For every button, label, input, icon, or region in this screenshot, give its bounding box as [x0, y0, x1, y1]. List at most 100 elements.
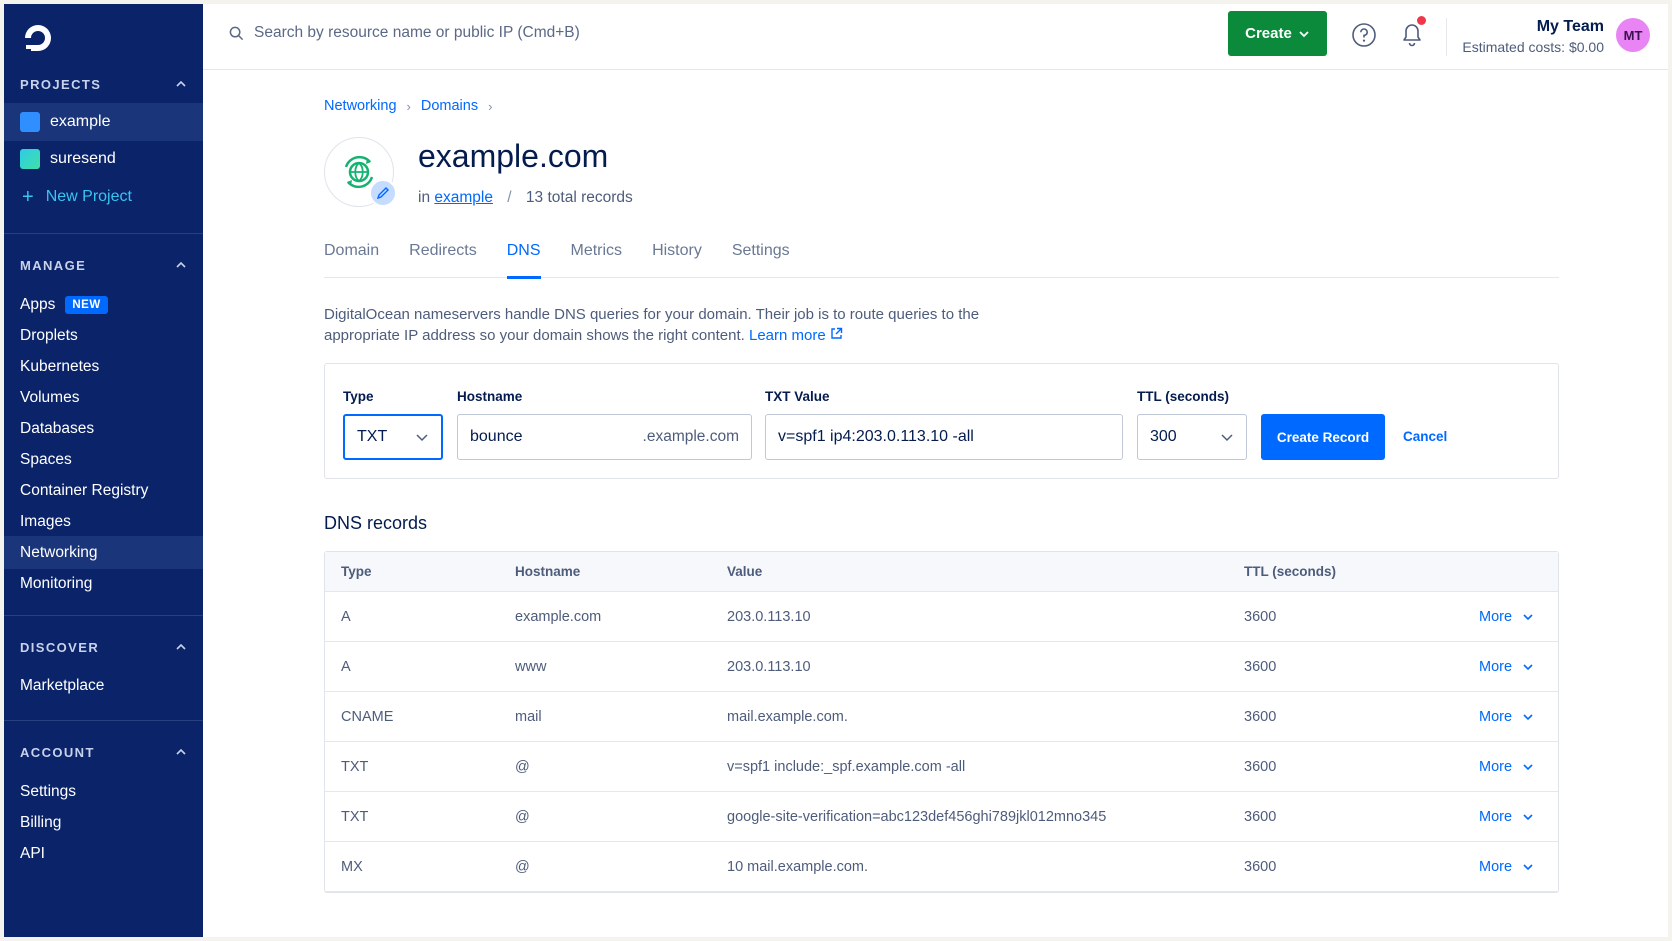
account-heading[interactable]: ACCOUNT [20, 742, 187, 762]
type-label: Type [343, 389, 374, 404]
hostname-field[interactable]: bounce .example.com [457, 414, 752, 460]
create-record-button[interactable]: Create Record [1261, 414, 1385, 460]
breadcrumb-networking[interactable]: Networking [324, 98, 397, 114]
nav-item-volumes[interactable]: Volumes [4, 381, 203, 414]
record-value: 203.0.113.10 [727, 658, 811, 675]
nav-item-container-registry[interactable]: Container Registry [4, 474, 203, 507]
table-row: TXT @ v=spf1 include:_spf.example.com -all… [325, 742, 1558, 792]
table-row: Awww 203.0.113.10 3600 More [325, 642, 1558, 692]
record-value: mail.example.com. [727, 708, 848, 725]
nav-item-apps[interactable]: Apps NEW [4, 288, 203, 321]
chevron-up-icon [176, 643, 186, 650]
record-ttl: 3600 [1244, 658, 1277, 675]
record-ttl: 3600 [1244, 608, 1277, 625]
breadcrumb-domains[interactable]: Domains [421, 98, 478, 114]
column-header-value[interactable]: Value [727, 552, 762, 591]
column-header-ttl[interactable]: TTL (seconds) [1244, 552, 1336, 591]
nav-item-marketplace[interactable]: Marketplace [4, 669, 203, 702]
create-record-form: Type Hostname TXT Value TTL (seconds) TX… [324, 363, 1559, 479]
breadcrumb: Networking › Domains › [324, 98, 502, 114]
pencil-icon [376, 187, 389, 200]
record-hostname: @ [515, 758, 530, 775]
record-ttl: 3600 [1244, 808, 1277, 825]
table-row: MX @10 mail.example.com. 3600 More [325, 842, 1558, 892]
avatar[interactable]: MT [1616, 18, 1650, 52]
tab-redirects[interactable]: Redirects [409, 238, 477, 278]
tab-history[interactable]: History [652, 238, 702, 278]
create-button[interactable]: Create [1228, 11, 1327, 56]
dns-records-table: Type Hostname Value TTL (seconds) Aexamp… [324, 551, 1559, 893]
search-input[interactable]: Search by resource name or public IP (Cm… [229, 24, 580, 42]
record-ttl: 3600 [1244, 858, 1277, 875]
more-button[interactable]: More [1479, 642, 1534, 691]
nav-item-billing[interactable]: Billing [4, 806, 203, 839]
nav-item-spaces[interactable]: Spaces [4, 443, 203, 476]
chevron-down-icon [1221, 434, 1233, 442]
hostname-suffix: .example.com [642, 428, 739, 445]
nav-item-kubernetes[interactable]: Kubernetes [4, 350, 203, 383]
project-label: example [50, 113, 111, 130]
type-select[interactable]: TXT [343, 414, 443, 460]
record-hostname: @ [515, 858, 530, 875]
tab-settings[interactable]: Settings [732, 238, 790, 278]
external-link-icon [831, 327, 843, 339]
txt-value-field[interactable]: v=spf1 ip4:203.0.113.10 -all [765, 414, 1123, 460]
divider [4, 615, 203, 616]
nav-item-settings[interactable]: Settings [4, 775, 203, 808]
cancel-button[interactable]: Cancel [1403, 429, 1447, 444]
nav-item-monitoring[interactable]: Monitoring [4, 567, 203, 600]
help-icon[interactable] [1351, 22, 1377, 48]
dns-records-title: DNS records [324, 513, 428, 533]
nav-item-droplets[interactable]: Droplets [4, 319, 203, 352]
hostname-label: Hostname [457, 389, 523, 404]
record-hostname: mail [515, 708, 542, 725]
nav-item-databases[interactable]: Databases [4, 412, 203, 445]
column-header-hostname[interactable]: Hostname [515, 552, 580, 591]
more-button[interactable]: More [1479, 742, 1534, 791]
tab-domain[interactable]: Domain [324, 238, 379, 278]
chevron-down-icon [1523, 663, 1533, 670]
dns-description: DigitalOcean nameservers handle DNS quer… [324, 306, 980, 344]
nav-item-networking[interactable]: Networking [4, 536, 203, 569]
chevron-down-icon [1299, 30, 1309, 37]
digitalocean-logo-icon[interactable] [20, 20, 56, 56]
more-button[interactable]: More [1479, 842, 1534, 891]
domain-subtitle: in example / 13 total records [418, 189, 633, 206]
project-link[interactable]: example [434, 189, 493, 206]
discover-heading[interactable]: DISCOVER [20, 637, 187, 657]
team-switcher[interactable]: My Team Estimated costs: $0.00 [1462, 18, 1604, 55]
nav-item-api[interactable]: API [4, 837, 203, 870]
record-hostname: www [515, 658, 547, 675]
divider [1446, 18, 1447, 56]
record-value: v=spf1 include:_spf.example.com -all [727, 758, 966, 775]
new-badge: NEW [65, 295, 108, 314]
sidebar: PROJECTS example suresend + New Project … [4, 4, 203, 937]
chevron-up-icon [176, 748, 186, 755]
more-button[interactable]: More [1479, 592, 1534, 641]
column-header-type[interactable]: Type [341, 552, 372, 591]
record-type: TXT [341, 758, 369, 775]
chevron-down-icon [1523, 863, 1533, 870]
new-project-link[interactable]: + New Project [4, 178, 203, 216]
ttl-label: TTL (seconds) [1137, 389, 1230, 404]
tab-metrics[interactable]: Metrics [571, 238, 623, 278]
nav-item-images[interactable]: Images [4, 505, 203, 538]
record-ttl: 3600 [1244, 708, 1277, 725]
plus-icon: + [22, 185, 34, 208]
record-type: TXT [341, 808, 369, 825]
more-button[interactable]: More [1479, 792, 1534, 841]
project-item-suresend[interactable]: suresend [4, 140, 203, 178]
projects-heading[interactable]: PROJECTS [20, 74, 187, 94]
chevron-down-icon [1523, 763, 1533, 770]
edit-domain-button[interactable] [369, 179, 397, 207]
learn-more-link[interactable]: Learn more [749, 327, 843, 344]
project-item-example[interactable]: example [4, 103, 203, 141]
record-value: 203.0.113.10 [727, 608, 811, 625]
more-button[interactable]: More [1479, 692, 1534, 741]
record-ttl: 3600 [1244, 758, 1277, 775]
record-type: A [341, 658, 351, 675]
records-count: 13 total records [525, 189, 633, 206]
ttl-select[interactable]: 300 [1137, 414, 1247, 460]
manage-heading[interactable]: MANAGE [20, 255, 187, 275]
tab-dns[interactable]: DNS [506, 238, 541, 279]
